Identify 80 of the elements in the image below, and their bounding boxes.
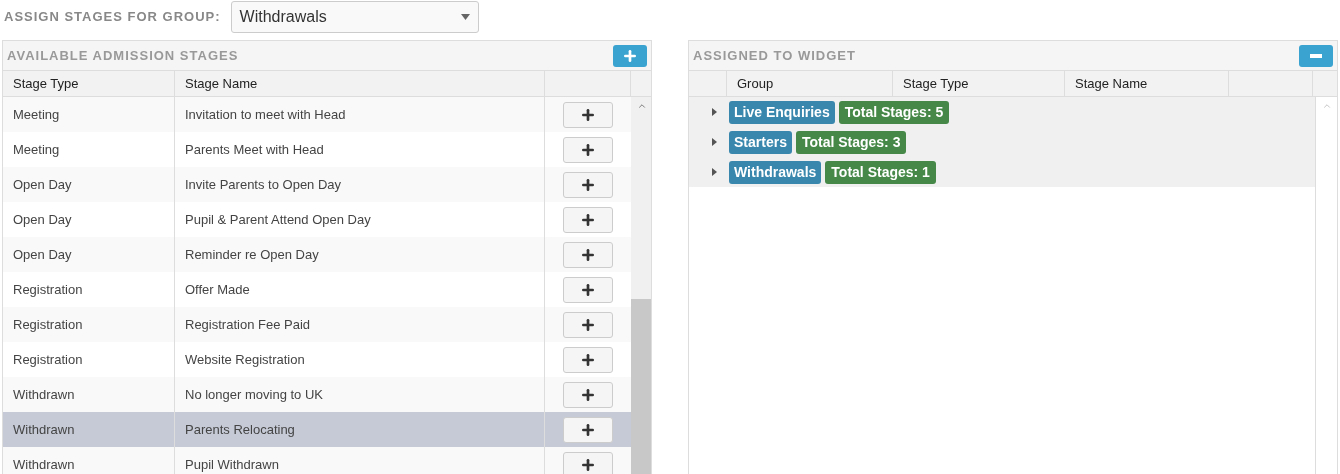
column-header[interactable]: Group bbox=[727, 71, 893, 96]
table-cell-text: Withdrawn bbox=[13, 455, 75, 474]
plus-icon bbox=[580, 456, 596, 473]
plus-icon bbox=[580, 211, 596, 228]
group-label: Live Enquiries bbox=[729, 100, 835, 124]
group-row[interactable]: Live Enquiries Total Stages: 5 bbox=[689, 97, 1315, 127]
group-label: Withdrawals bbox=[729, 160, 822, 184]
plus-icon bbox=[580, 281, 596, 298]
table-cell-text: Offer Made bbox=[185, 280, 250, 299]
table-cell-text: Withdrawn bbox=[13, 385, 75, 404]
column-header[interactable]: Stage Type bbox=[893, 71, 1065, 96]
table-cell-text: Registration bbox=[13, 315, 83, 334]
table-row[interactable]: Withdrawn Parents Relocating bbox=[3, 412, 631, 447]
plus-icon bbox=[580, 316, 596, 333]
add-stage-button[interactable] bbox=[563, 451, 613, 474]
group-label: Starters bbox=[729, 130, 792, 154]
stage-count-badge: Total Stages: 5 bbox=[838, 100, 950, 124]
expand-arrow-icon[interactable] bbox=[711, 108, 717, 116]
dropdown-caret-icon bbox=[460, 14, 470, 20]
table-cell-text: No longer moving to UK bbox=[185, 385, 323, 404]
table-cell-text: Open Day bbox=[13, 175, 72, 194]
table-cell-text: Registration bbox=[13, 280, 83, 299]
group-label: ASSIGN STAGES FOR GROUP: bbox=[4, 8, 221, 27]
table-cell-text: Invitation to meet with Head bbox=[185, 105, 346, 124]
table-cell-text: Parents Meet with Head bbox=[185, 140, 324, 159]
plus-icon bbox=[580, 141, 596, 158]
minus-icon bbox=[1310, 53, 1322, 58]
table-cell-text: Reminder re Open Day bbox=[185, 245, 319, 264]
table-row[interactable]: Withdrawn Pupil Withdrawn bbox=[3, 447, 631, 474]
expand-arrow-icon[interactable] bbox=[711, 168, 717, 176]
table-cell-text: Pupil & Parent Attend Open Day bbox=[185, 210, 371, 229]
panel-title: AVAILABLE ADMISSION STAGES bbox=[7, 46, 239, 65]
table-cell-text: Pupil Withdrawn bbox=[185, 455, 279, 474]
remove-all-button[interactable] bbox=[1299, 44, 1333, 67]
table-row[interactable]: Meeting Invitation to meet with Head bbox=[3, 97, 631, 132]
add-stage-button[interactable] bbox=[563, 136, 613, 163]
add-stage-button[interactable] bbox=[563, 276, 613, 303]
column-header[interactable]: Stage Name bbox=[1065, 71, 1229, 96]
plus-icon bbox=[580, 386, 596, 403]
add-stage-button[interactable] bbox=[563, 311, 613, 338]
table-cell-text: Withdrawn bbox=[13, 420, 75, 439]
stage-count-badge: Total Stages: 3 bbox=[795, 130, 907, 154]
add-stage-button[interactable] bbox=[563, 416, 613, 443]
panel-title: ASSIGNED TO WIDGET bbox=[693, 46, 856, 65]
stage-count-badge: Total Stages: 1 bbox=[825, 160, 936, 184]
table-cell-text: Open Day bbox=[13, 245, 72, 264]
table-cell-text: Invite Parents to Open Day bbox=[185, 175, 342, 194]
plus-icon bbox=[580, 421, 596, 438]
table-cell-text: Registration Fee Paid bbox=[185, 315, 310, 334]
table-row[interactable]: Withdrawn No longer moving to UK bbox=[3, 377, 631, 412]
add-all-button[interactable] bbox=[613, 44, 647, 67]
plus-icon bbox=[580, 106, 596, 123]
table-row[interactable]: Registration Registration Fee Paid bbox=[3, 307, 631, 342]
add-stage-button[interactable] bbox=[563, 381, 613, 408]
add-stage-button[interactable] bbox=[563, 101, 613, 128]
scrollbar[interactable] bbox=[631, 97, 651, 474]
scroll-up-icon bbox=[637, 101, 647, 111]
expand-arrow-icon[interactable] bbox=[711, 138, 717, 146]
table-cell-text: Open Day bbox=[13, 210, 72, 229]
column-header[interactable]: Stage Name bbox=[175, 71, 545, 96]
scroll-up-icon bbox=[1321, 101, 1332, 111]
group-row[interactable]: Starters Total Stages: 3 bbox=[689, 127, 1315, 157]
plus-icon bbox=[580, 351, 596, 368]
table-cell-text: Parents Relocating bbox=[185, 420, 295, 439]
table-cell-text: Meeting bbox=[13, 105, 60, 124]
column-header[interactable]: Stage Type bbox=[3, 71, 175, 96]
plus-icon bbox=[580, 246, 596, 263]
table-row[interactable]: Open Day Reminder re Open Day bbox=[3, 237, 631, 272]
add-stage-button[interactable] bbox=[563, 171, 613, 198]
table-cell-text: Website Registration bbox=[185, 350, 305, 369]
plus-icon bbox=[622, 47, 638, 64]
add-stage-button[interactable] bbox=[563, 206, 613, 233]
table-row[interactable]: Open Day Invite Parents to Open Day bbox=[3, 167, 631, 202]
table-cell-text: Meeting bbox=[13, 140, 60, 159]
plus-icon bbox=[580, 176, 596, 193]
group-select[interactable]: Withdrawals bbox=[230, 1, 479, 33]
add-stage-button[interactable] bbox=[563, 346, 613, 373]
group-row[interactable]: Withdrawals Total Stages: 1 bbox=[689, 157, 1315, 187]
table-cell-text: Registration bbox=[13, 350, 83, 369]
add-stage-button[interactable] bbox=[563, 241, 613, 268]
